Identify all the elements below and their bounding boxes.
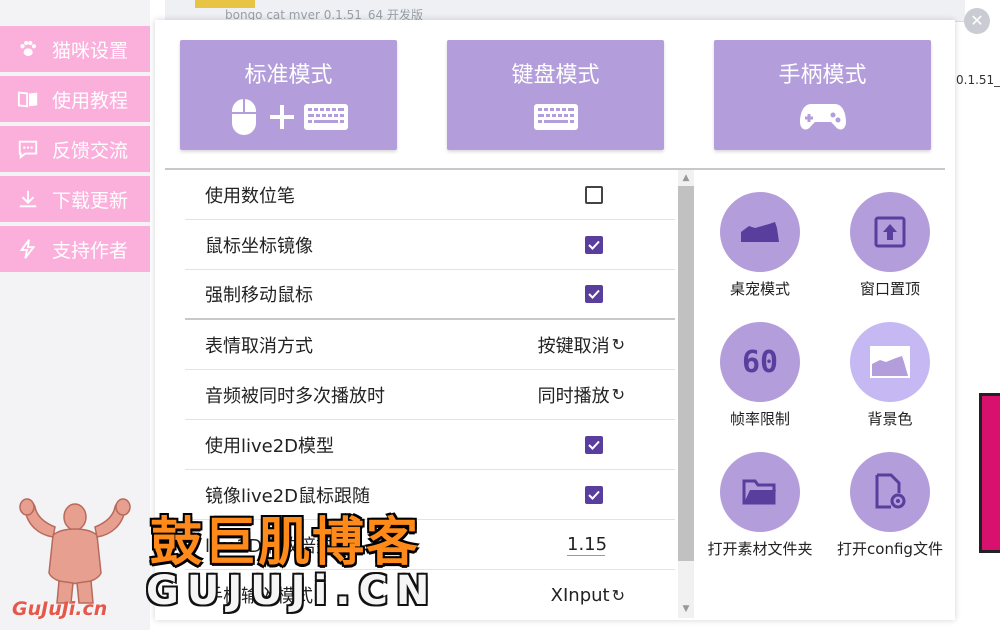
folder-icon: [720, 452, 800, 532]
fps-icon-text: 60: [741, 344, 779, 380]
setting-label: 强制移动鼠标: [205, 285, 313, 306]
watermark-domain: GUJUJi.CN: [146, 568, 438, 614]
sidebar-item-label: 使用教程: [52, 89, 129, 112]
setting-value: XInput: [550, 584, 610, 606]
setting-label: 鼠标坐标镜像: [205, 235, 313, 257]
config-file-icon: [850, 452, 930, 532]
close-icon[interactable]: ✕: [964, 8, 990, 34]
sidebar-item-tutorial[interactable]: 使用教程: [0, 76, 150, 122]
sidebar-item-cat-settings[interactable]: 猫咪设置: [0, 26, 150, 72]
mode-label: 手柄模式: [778, 63, 867, 88]
setting-row-pen: 使用数位笔: [185, 170, 675, 220]
sidebar-item-feedback[interactable]: 反馈交流: [0, 126, 150, 172]
cycle-icon: ↻: [611, 335, 625, 354]
setting-row-emote-cancel: 表情取消方式 按键取消 ↻: [185, 320, 675, 370]
plus-icon: [269, 105, 294, 129]
pen-checkbox[interactable]: [585, 185, 603, 204]
mouse-icon: [231, 99, 256, 135]
live2d-checkbox[interactable]: [585, 435, 603, 454]
scroll-down-arrow-icon[interactable]: ▼: [678, 602, 694, 616]
background-titlebar: bongo cat mver 0.1.51_64 开发版: [165, 0, 965, 22]
audio-mode-selector[interactable]: 同时播放 ↻: [538, 382, 625, 408]
sidebar-item-download[interactable]: 下载更新: [0, 176, 150, 222]
scrollbar-thumb[interactable]: [678, 186, 694, 561]
force-move-checkbox[interactable]: [585, 285, 603, 303]
setting-label: 表情取消方式: [205, 335, 313, 357]
open-config-file-button[interactable]: 打开config文件: [830, 452, 950, 559]
setting-label: 音频被同时多次播放时: [205, 385, 385, 407]
background-image-fragment: [979, 393, 1000, 553]
sidebar-item-support[interactable]: 支持作者: [0, 226, 150, 272]
sidebar-item-label: 猫咪设置: [52, 39, 129, 62]
background-color-button[interactable]: 背景色: [830, 322, 950, 429]
mode-label: 标准模式: [244, 63, 333, 88]
cycle-icon: ↻: [611, 385, 625, 404]
sidebar-item-label: 反馈交流: [52, 139, 129, 162]
open-assets-folder-button[interactable]: 打开素材文件夹: [700, 452, 820, 559]
sidebar-nav: 猫咪设置 使用教程 反馈交流 下载更新 支持作者: [0, 26, 150, 276]
live2d-mirror-checkbox[interactable]: [585, 485, 603, 504]
tile-label: 背景色: [867, 410, 913, 428]
emote-cancel-selector[interactable]: 按键取消 ↻: [538, 332, 625, 358]
setting-row-audio: 音频被同时多次播放时 同时播放 ↻: [185, 370, 675, 420]
fps-limit-button[interactable]: 60 帧率限制: [700, 322, 820, 429]
cycle-icon: ↻: [611, 585, 625, 605]
fps-icon: 60: [720, 322, 800, 402]
pin-top-icon: [850, 192, 930, 272]
scroll-up-arrow-icon[interactable]: ▲: [678, 171, 694, 185]
tile-label: 桌宠模式: [729, 280, 790, 298]
tile-label: 帧率限制: [729, 410, 790, 428]
paw-icon: [16, 37, 40, 61]
sidebar-item-label: 下载更新: [52, 189, 129, 212]
book-icon: [16, 87, 40, 111]
setting-value: 同时播放: [537, 385, 610, 407]
setting-label: 使用live2D模型: [205, 435, 335, 457]
download-icon: [16, 187, 40, 211]
background-color-icon: [850, 322, 930, 402]
tile-label: 打开config文件: [837, 540, 943, 558]
gamepad-input-selector[interactable]: XInput ↻: [551, 585, 625, 606]
watermark-small: GuJuJi.cn: [12, 598, 108, 620]
gamepad-icon: [799, 104, 846, 130]
keyboard-icon: [533, 104, 578, 130]
standard-mode-button[interactable]: 标准模式: [180, 40, 397, 150]
keyboard-icon: [303, 104, 348, 130]
tile-label: 打开素材文件夹: [707, 540, 813, 558]
watermark-title: 鼓巨肌博客: [150, 513, 421, 573]
chat-icon: [16, 137, 40, 161]
tile-label: 窗口置顶: [859, 280, 920, 298]
mouse-mirror-checkbox[interactable]: [585, 235, 603, 254]
setting-row-live2d: 使用live2D模型: [185, 420, 675, 470]
live2d-scale-input[interactable]: 1.15: [567, 534, 607, 556]
sidebar-item-label: 支持作者: [52, 239, 129, 262]
gamepad-mode-button[interactable]: 手柄模式: [714, 40, 931, 150]
bodybuilder-logo-icon: [19, 498, 131, 604]
setting-label: 使用数位笔: [205, 185, 295, 207]
keyboard-mode-button[interactable]: 键盘模式: [447, 40, 664, 150]
window-top-button[interactable]: 窗口置顶: [830, 192, 950, 299]
desktop-pet-icon: [720, 192, 800, 272]
mode-label: 键盘模式: [511, 63, 600, 88]
setting-row-mouse-mirror: 鼠标坐标镜像: [185, 220, 675, 270]
background-tab-accent: [195, 0, 255, 8]
background-version-text: 0.1.51_6: [956, 73, 1000, 87]
bolt-icon: [16, 237, 40, 261]
setting-value: 按键取消: [537, 335, 610, 357]
desktop-pet-button[interactable]: 桌宠模式: [700, 192, 820, 299]
setting-row-force-move: 强制移动鼠标: [185, 270, 675, 320]
